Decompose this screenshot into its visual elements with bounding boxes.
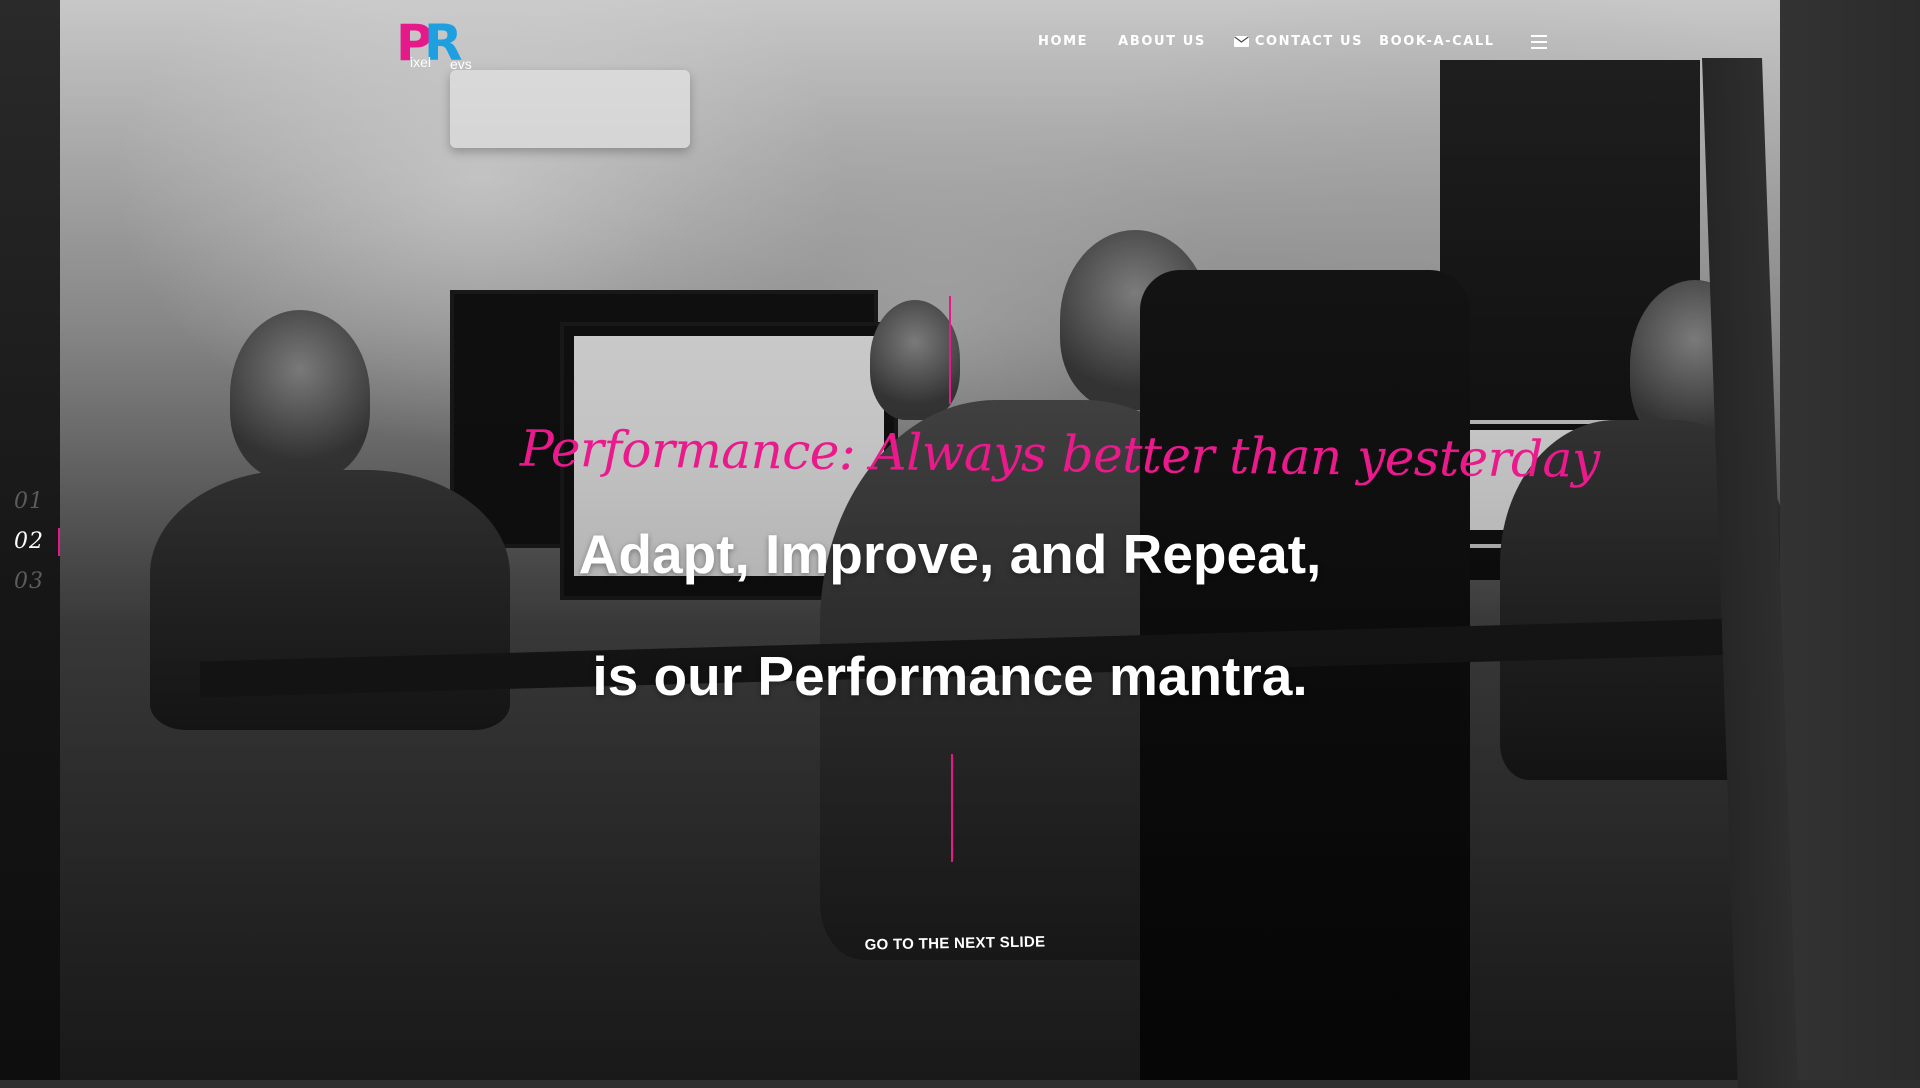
nav-book-a-call-link[interactable]: BOOK-A-CALL xyxy=(1379,34,1495,49)
slide-pagination: 01 02 03 xyxy=(14,482,60,602)
pixelrevs-logo[interactable]: P R ixel evs xyxy=(396,18,476,74)
nav-about-link[interactable]: ABOUT US xyxy=(1118,34,1206,49)
logo-word-evs: evs xyxy=(450,56,472,72)
slide-number-3[interactable]: 03 xyxy=(14,562,44,602)
nav-contact-label: CONTACT US xyxy=(1254,34,1364,49)
hero-headline-line-1: Adapt, Improve, and Repeat, xyxy=(578,523,1322,585)
nav-home-link[interactable]: HOME xyxy=(1038,34,1088,49)
logo-word-ixel: ixel xyxy=(410,54,432,70)
hero-subtitle: Performance: Always better than yesterda… xyxy=(519,419,1600,489)
hamburger-menu-icon[interactable] xyxy=(1530,34,1547,49)
envelope-icon xyxy=(1233,36,1249,47)
slide-rail: 01 02 03 xyxy=(0,0,61,1080)
main-nav: HOME ABOUT US CONTACT US BOOK-A-CALL xyxy=(1038,34,1547,49)
accent-line-bottom xyxy=(951,754,953,862)
slide-number-2-active[interactable]: 02 xyxy=(14,522,60,562)
slide-number-1[interactable]: 01 xyxy=(14,482,44,522)
hero-headline-line-2: is our Performance mantra. xyxy=(592,645,1308,707)
nav-contact-link[interactable]: CONTACT US xyxy=(1233,34,1364,49)
accent-line-top xyxy=(949,296,951,404)
